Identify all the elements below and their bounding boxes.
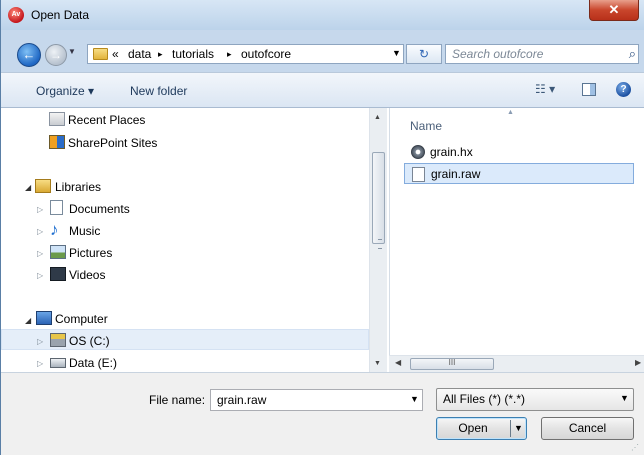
column-header-name[interactable]: Name	[410, 119, 442, 133]
file-horizontal-scrollbar[interactable]: ◀ III ▶	[389, 355, 644, 372]
sort-ascending-icon: ▲	[507, 109, 514, 116]
file-type-value: All Files (*) (*.*)	[443, 392, 526, 406]
collapsed-arrow-icon[interactable]: ▷	[37, 337, 43, 346]
command-toolbar: Organize ▾ New folder ☷ ▾ ?	[1, 72, 644, 108]
file-name-label: grain.raw	[431, 167, 481, 181]
scroll-up-arrow-icon[interactable]: ▲	[374, 114, 381, 121]
cancel-button[interactable]: Cancel	[541, 417, 634, 440]
recent-places-icon	[49, 112, 65, 126]
pictures-icon	[50, 245, 66, 259]
resize-grip-icon[interactable]: ⋰	[631, 443, 639, 452]
scrollbar-thumb[interactable]	[372, 152, 385, 249]
app-icon: Av	[8, 7, 24, 23]
music-icon: ♪	[50, 220, 59, 239]
chevron-down-icon[interactable]: ▼	[620, 393, 629, 403]
recent-locations-dropdown[interactable]: ▼	[68, 47, 76, 56]
hx-file-icon	[411, 145, 425, 159]
back-arrow-icon: ←	[22, 47, 36, 62]
refresh-icon: ↻	[418, 47, 430, 61]
breadcrumb-overflow[interactable]: «	[112, 47, 119, 61]
navigation-pane: Recent Places SharePoint Sites ◢ Librari…	[1, 108, 389, 372]
sharepoint-icon	[49, 135, 65, 149]
chevron-down-icon[interactable]: ▼	[410, 394, 419, 404]
blank-file-icon	[412, 167, 425, 182]
search-input[interactable]: Search outofcore ⌕	[445, 44, 639, 64]
file-row-grain-raw[interactable]: grain.raw	[404, 163, 634, 184]
scrollbar-thumb[interactable]: III	[410, 358, 494, 370]
change-view-button[interactable]: ☷ ▾	[535, 82, 555, 96]
scroll-down-arrow-icon[interactable]: ▼	[374, 360, 381, 367]
sidebar-item-documents[interactable]: Documents	[69, 202, 130, 216]
sidebar-item-pictures[interactable]: Pictures	[69, 246, 112, 260]
expanded-arrow-icon[interactable]: ◢	[25, 183, 31, 192]
sidebar-item-data-e[interactable]: Data (E:)	[69, 356, 117, 370]
window-title: Open Data	[31, 8, 90, 22]
search-icon[interactable]: ⌕	[629, 46, 636, 62]
computer-icon	[36, 311, 52, 325]
title-bar[interactable]: Av Open Data ✕	[1, 0, 644, 30]
forward-button[interactable]: →	[45, 44, 67, 66]
file-type-select[interactable]: All Files (*) (*.*) ▼	[436, 388, 634, 411]
open-options-dropdown-icon[interactable]: ▼	[514, 418, 523, 439]
file-list-pane: Name ▲ grain.hx grain.raw	[389, 108, 644, 372]
address-dropdown-icon[interactable]: ▼	[392, 48, 401, 58]
grip-icon	[378, 239, 382, 249]
collapsed-arrow-icon[interactable]: ▷	[37, 227, 43, 236]
sidebar-item-videos[interactable]: Videos	[69, 268, 105, 282]
file-name-label: grain.hx	[430, 145, 473, 159]
expanded-arrow-icon[interactable]: ◢	[25, 316, 31, 325]
videos-icon	[50, 267, 66, 281]
folder-icon	[93, 48, 108, 60]
scroll-right-arrow-icon[interactable]: ▶	[635, 358, 641, 367]
breadcrumb-data[interactable]: data	[128, 47, 151, 61]
refresh-button[interactable]: ↻	[406, 44, 442, 64]
breadcrumb-tutorials[interactable]: tutorials	[172, 47, 214, 61]
file-name-input[interactable]: grain.raw ▼	[210, 389, 423, 411]
organize-button[interactable]: Organize ▾	[36, 84, 94, 98]
sidebar-item-libraries[interactable]: Libraries	[55, 180, 101, 194]
collapsed-arrow-icon[interactable]: ▷	[37, 205, 43, 214]
open-button-label: Open	[458, 421, 488, 435]
libraries-icon	[35, 179, 51, 193]
dialog-footer: File name: grain.raw ▼ All Files (*) (*.…	[1, 372, 644, 455]
split-divider	[510, 420, 511, 437]
preview-pane-icon[interactable]	[582, 83, 596, 96]
breadcrumb-outofcore[interactable]: outofcore	[241, 47, 291, 61]
sidebar-item-recent-places[interactable]: Recent Places	[68, 113, 145, 127]
drive-c-icon	[50, 333, 66, 347]
file-name-value: grain.raw	[217, 393, 267, 407]
open-button[interactable]: Open ▼	[436, 417, 527, 440]
open-data-dialog: Av Open Data ✕ ← → ▼ « data ▸ tutorials …	[0, 0, 644, 455]
scroll-left-arrow-icon[interactable]: ◀	[395, 358, 401, 367]
sidebar-item-os-c[interactable]: OS (C:)	[69, 334, 110, 348]
new-folder-button[interactable]: New folder	[130, 84, 187, 98]
nav-vertical-scrollbar[interactable]: ▲ ▼	[369, 108, 387, 372]
sidebar-item-music[interactable]: Music	[69, 224, 100, 238]
collapsed-arrow-icon[interactable]: ▷	[37, 249, 43, 258]
help-icon[interactable]: ?	[616, 82, 631, 97]
search-placeholder: Search outofcore	[452, 47, 544, 61]
file-row-grain-hx[interactable]: grain.hx	[404, 142, 634, 163]
close-button[interactable]: ✕	[589, 0, 639, 21]
collapsed-arrow-icon[interactable]: ▷	[37, 359, 43, 368]
sidebar-item-computer[interactable]: Computer	[55, 312, 108, 326]
drive-e-icon	[50, 358, 66, 368]
documents-icon	[50, 200, 63, 215]
breadcrumb-separator-icon[interactable]: ▸	[227, 49, 232, 60]
collapsed-arrow-icon[interactable]: ▷	[37, 271, 43, 280]
forward-arrow-icon: →	[50, 48, 62, 62]
file-name-label: File name:	[149, 393, 206, 407]
back-button[interactable]: ←	[17, 43, 41, 67]
address-bar[interactable]: « data ▸ tutorials ▸ outofcore ▼	[87, 44, 404, 64]
breadcrumb-separator-icon[interactable]: ▸	[158, 49, 163, 60]
sidebar-item-sharepoint-sites[interactable]: SharePoint Sites	[68, 136, 157, 150]
